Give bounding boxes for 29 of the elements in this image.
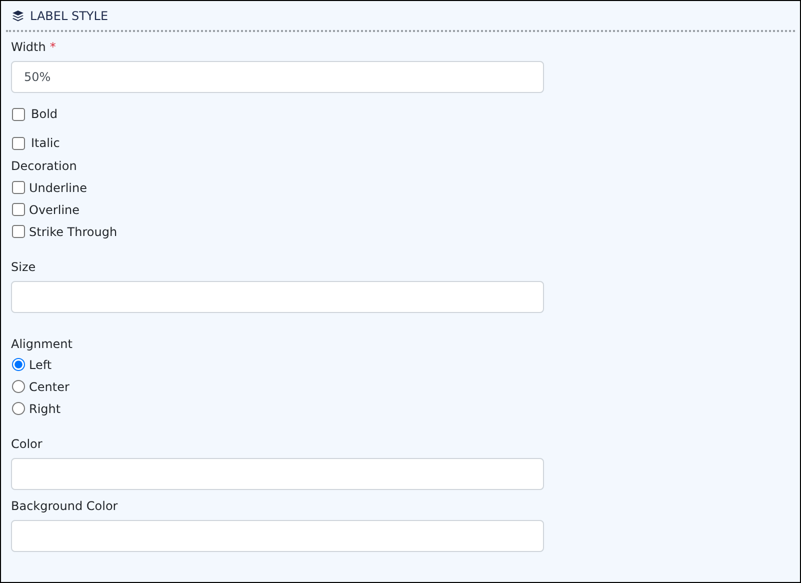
required-marker: * <box>50 40 56 54</box>
radio-label: Right <box>29 402 61 416</box>
checkbox[interactable] <box>12 108 25 120</box>
layers-icon <box>12 10 24 22</box>
checkbox-label: Overline <box>29 202 80 216</box>
field-label: Width <box>11 40 46 54</box>
background-color-input[interactable] <box>11 520 544 552</box>
radio-button[interactable] <box>12 380 25 393</box>
color-input[interactable] <box>11 458 544 490</box>
size-input[interactable] <box>11 281 544 313</box>
field-label: Color <box>11 437 42 451</box>
field-label: Alignment <box>11 337 72 351</box>
radio-button[interactable] <box>12 358 25 371</box>
section-title: LABEL STYLE <box>30 9 108 23</box>
field-label: Size <box>11 260 36 274</box>
width-input[interactable]: 50% <box>11 61 544 93</box>
checkbox-label: Underline <box>29 180 87 194</box>
checkbox[interactable] <box>12 225 25 238</box>
radio-button[interactable] <box>12 402 25 415</box>
checkbox[interactable] <box>12 181 25 194</box>
field-label: Decoration <box>11 159 77 173</box>
checkbox-label: Bold <box>31 107 58 121</box>
radio-label: Left <box>29 358 52 372</box>
checkbox[interactable] <box>12 136 25 150</box>
checkbox[interactable] <box>12 203 25 216</box>
checkbox-label: Italic <box>31 136 60 150</box>
radio-label: Center <box>29 380 70 394</box>
checkbox-label: Strike Through <box>29 224 118 238</box>
field-label: Background Color <box>11 499 118 513</box>
